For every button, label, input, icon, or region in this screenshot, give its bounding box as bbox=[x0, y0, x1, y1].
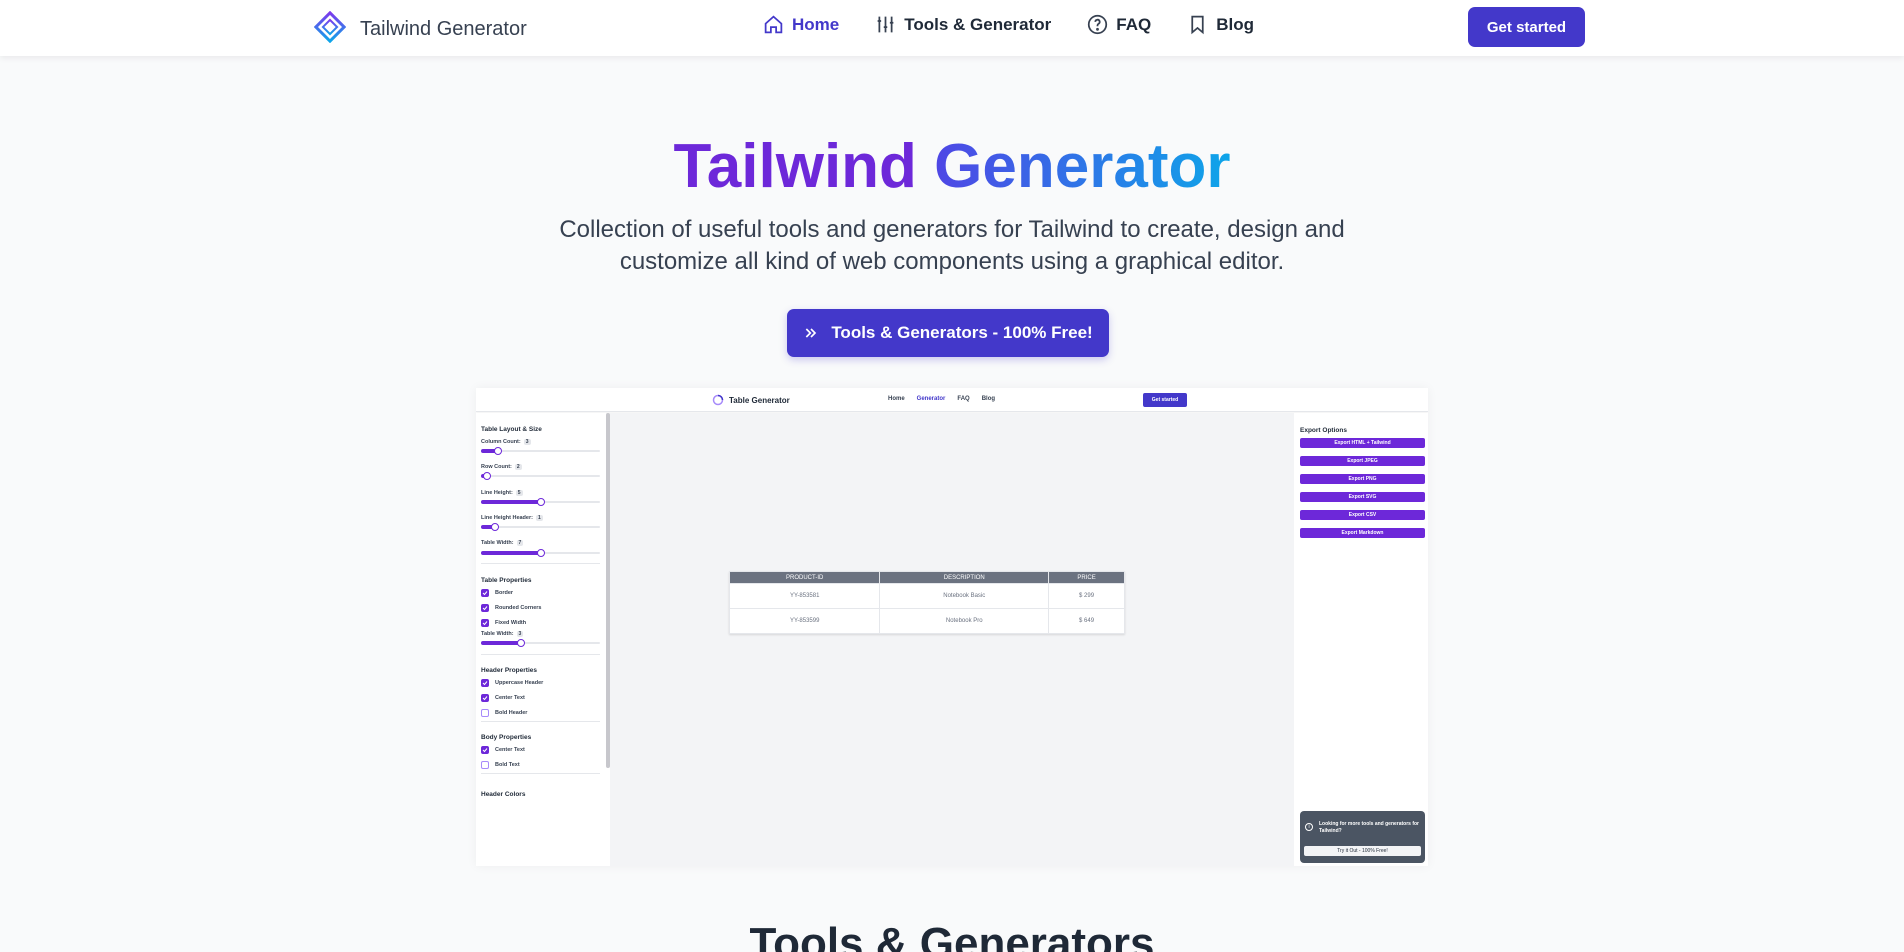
info-icon: i bbox=[1305, 823, 1313, 831]
preview-checkbox: Fixed Width bbox=[481, 619, 526, 627]
check-icon bbox=[481, 694, 489, 702]
table-cell: YY-853599 bbox=[728, 608, 881, 634]
home-icon bbox=[764, 15, 783, 34]
question-icon bbox=[1088, 14, 1108, 35]
nav-link-label: Blog bbox=[1216, 14, 1255, 34]
preview-section-title: Table Properties bbox=[481, 577, 532, 584]
preview-slider-label: Row Count: 2 bbox=[481, 464, 522, 470]
table-row: YY-853581 Notebook Basic $ 299 bbox=[728, 583, 1125, 609]
tools-generators-button-label: Tools & Generators - 100% Free! bbox=[831, 323, 1093, 342]
promo-button: Try it Out - 100% Free! bbox=[1304, 846, 1421, 856]
preview-slider-label: Table Width: 3 bbox=[481, 631, 524, 637]
preview-logo-icon bbox=[712, 394, 724, 406]
preview-nav-blog: Blog bbox=[981, 396, 996, 402]
preview-checkbox: Bold Text bbox=[481, 761, 520, 769]
preview-slider-label: Line Height: 5 bbox=[481, 490, 523, 496]
preview-navbar: Table Generator Home Generator FAQ Blog … bbox=[476, 388, 1428, 412]
nav-link-label: FAQ bbox=[1116, 14, 1152, 34]
hero-subtitle: Collection of useful tools and generator… bbox=[559, 216, 1345, 275]
table-cell: $ 649 bbox=[1048, 608, 1125, 634]
preview-nav-links: Home Generator FAQ Blog bbox=[888, 396, 995, 402]
preview-slider bbox=[481, 472, 600, 480]
preview-checkbox: Center Text bbox=[481, 694, 525, 702]
tools-generators-heading: Tools & Generators bbox=[749, 919, 1155, 952]
table-cell: Notebook Basic bbox=[879, 583, 1050, 609]
preview-export-panel: Export Options Export HTML + Tailwind Ex… bbox=[1294, 413, 1428, 866]
nav-link-label: Tools & Generator bbox=[904, 14, 1052, 34]
brand-name: Tailwind Generator bbox=[360, 18, 527, 40]
check-icon bbox=[481, 619, 489, 627]
preview-nav-generator: Generator bbox=[916, 396, 946, 402]
preview-divider bbox=[481, 563, 600, 564]
app-preview-image: Table Generator Home Generator FAQ Blog … bbox=[476, 388, 1428, 866]
preview-table: PRODUCT-ID DESCRIPTION PRICE YY-853581 N… bbox=[728, 571, 1125, 634]
preview-slider-label: Line Height Header: 1 bbox=[481, 515, 543, 521]
table-header-cell: PRICE bbox=[1048, 571, 1125, 584]
promo-text: Looking for more tools and generators fo… bbox=[1319, 821, 1420, 834]
preview-checkbox: Uppercase Header bbox=[481, 679, 543, 687]
brand-logo-link[interactable]: Tailwind Generator bbox=[313, 10, 527, 48]
check-icon bbox=[481, 589, 489, 597]
hero-title-part2: Generator bbox=[934, 132, 1231, 201]
preview-section-title: Table Layout & Size bbox=[481, 426, 542, 433]
table-header-cell: DESCRIPTION bbox=[879, 571, 1050, 584]
nav-link-faq[interactable]: FAQ bbox=[1087, 14, 1151, 35]
hero-title: Tailwind Generator bbox=[0, 132, 1904, 202]
tools-generators-button[interactable]: Tools & Generators - 100% Free! bbox=[787, 309, 1109, 357]
table-row: YY-853599 Notebook Pro $ 649 bbox=[728, 608, 1125, 634]
export-png-button: Export PNG bbox=[1300, 474, 1425, 484]
export-svg-button: Export SVG bbox=[1300, 492, 1425, 502]
preview-checkbox: Center Text bbox=[481, 746, 525, 754]
check-icon bbox=[481, 679, 489, 687]
check-icon bbox=[481, 746, 489, 754]
preview-divider bbox=[481, 773, 600, 774]
preview-get-started-button: Get started bbox=[1143, 393, 1187, 407]
hero-title-part1: Tailwind bbox=[673, 132, 917, 201]
sliders-icon bbox=[877, 16, 894, 33]
preview-checkbox: Bold Header bbox=[481, 709, 527, 717]
preview-slider-label: Table Width: 7 bbox=[481, 540, 524, 546]
check-icon bbox=[481, 604, 489, 612]
double-chevron-right-icon bbox=[806, 328, 817, 338]
preview-divider bbox=[481, 654, 600, 655]
export-jpeg-button: Export JPEG bbox=[1300, 456, 1425, 466]
preview-brand: Table Generator bbox=[712, 394, 790, 406]
top-navbar: Tailwind Generator Home Tools & Generato… bbox=[0, 0, 1904, 56]
nav-link-home[interactable]: Home bbox=[763, 14, 839, 35]
preview-slider-label: Column Count: 3 bbox=[481, 439, 531, 445]
get-started-button[interactable]: Get started bbox=[1468, 7, 1585, 47]
diamond-logo-icon bbox=[313, 10, 347, 48]
preview-slider bbox=[481, 549, 600, 557]
table-cell: Notebook Pro bbox=[879, 608, 1050, 634]
preview-divider bbox=[481, 721, 600, 722]
preview-checkbox: Rounded Corners bbox=[481, 604, 541, 612]
table-cell: YY-853581 bbox=[728, 583, 881, 609]
preview-nav-faq: FAQ bbox=[957, 396, 970, 402]
preview-checkbox: Border bbox=[481, 589, 513, 597]
preview-slider bbox=[481, 639, 600, 647]
nav-link-blog[interactable]: Blog bbox=[1187, 14, 1254, 35]
preview-canvas: PRODUCT-ID DESCRIPTION PRICE YY-853581 N… bbox=[610, 413, 1294, 866]
bookmark-icon bbox=[1191, 15, 1204, 35]
export-csv-button: Export CSV bbox=[1300, 510, 1425, 520]
preview-promo-card: i Looking for more tools and generators … bbox=[1300, 811, 1425, 863]
preview-brand-name: Table Generator bbox=[729, 395, 790, 405]
main-nav: Home Tools & Generator FAQ Blog bbox=[763, 14, 1254, 35]
preview-settings-panel: Table Layout & Size Column Count: 3 Row C… bbox=[476, 413, 606, 866]
export-options-title: Export Options bbox=[1300, 427, 1347, 434]
preview-slider bbox=[481, 523, 600, 531]
table-header-cell: PRODUCT-ID bbox=[728, 571, 881, 584]
preview-section-title: Body Properties bbox=[481, 734, 532, 741]
preview-section-title: Header Properties bbox=[481, 667, 537, 674]
preview-section-title: Header Colors bbox=[481, 791, 526, 798]
preview-slider bbox=[481, 498, 600, 506]
export-markdown-button: Export Markdown bbox=[1300, 528, 1425, 538]
nav-link-tools[interactable]: Tools & Generator bbox=[875, 14, 1051, 35]
nav-link-label: Home bbox=[792, 14, 840, 34]
export-html-button: Export HTML + Tailwind bbox=[1300, 438, 1425, 448]
preview-nav-home: Home bbox=[888, 396, 905, 402]
table-cell: $ 299 bbox=[1048, 583, 1125, 609]
preview-slider bbox=[481, 447, 600, 455]
